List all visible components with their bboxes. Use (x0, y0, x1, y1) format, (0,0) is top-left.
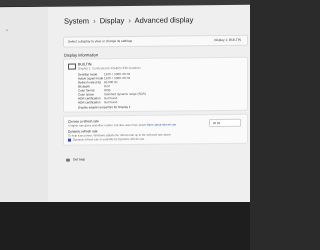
breadcrumb: System › Display › Advanced display (64, 15, 195, 25)
laptop-bezel (0, 202, 250, 250)
get-help-link[interactable]: Get help (66, 157, 86, 162)
dynamic-refresh-option[interactable]: Dynamic refresh rate is available for Dy… (68, 137, 144, 142)
refresh-rate-description-text: A higher rate gives smoother motion, but… (68, 122, 147, 128)
checkbox-icon[interactable] (68, 138, 71, 142)
breadcrumb-separator: › (93, 16, 96, 26)
display-information-heading: Display information (64, 52, 99, 58)
property-row: HDR certification Not found (78, 100, 118, 105)
display-subtitle: Display 1: Connected to Intel(R) UHD Gra… (78, 65, 141, 71)
adapter-properties-link[interactable]: Display adapter properties for Display 1 (78, 105, 131, 110)
display-information-card: BUILTIN Display 1: Connected to Intel(R)… (63, 56, 248, 113)
refresh-rate-dropdown[interactable]: 60 Hz (209, 118, 241, 128)
refresh-rate-more-link[interactable]: More about refresh rate (147, 122, 176, 126)
refresh-rate-description: A higher rate gives smoother motion, but… (68, 122, 176, 127)
help-icon (66, 158, 70, 162)
breadcrumb-system[interactable]: System (64, 16, 89, 25)
display-selector-label: Select a display to view or change its s… (68, 38, 133, 44)
dynamic-refresh-option-label: Dynamic refresh rate is available for Dy… (73, 136, 145, 142)
sidebar-dot (6, 29, 8, 32)
breadcrumb-separator: › (128, 15, 131, 25)
page-title: Advanced display (134, 15, 194, 25)
settings-sidebar (0, 6, 48, 206)
display-selector[interactable]: Select a display to view or change its s… (63, 34, 248, 48)
monitor-icon (68, 63, 76, 70)
refresh-rate-value: 60 Hz (213, 121, 221, 126)
refresh-rate-card: Choose a refresh rate A higher rate give… (63, 113, 248, 146)
get-help-label: Get help (73, 157, 86, 162)
settings-window: System › Display › Advanced display Sele… (0, 4, 250, 206)
display-selector-value[interactable]: Display 1: BUILTIN (214, 38, 241, 42)
breadcrumb-display[interactable]: Display (100, 16, 125, 25)
